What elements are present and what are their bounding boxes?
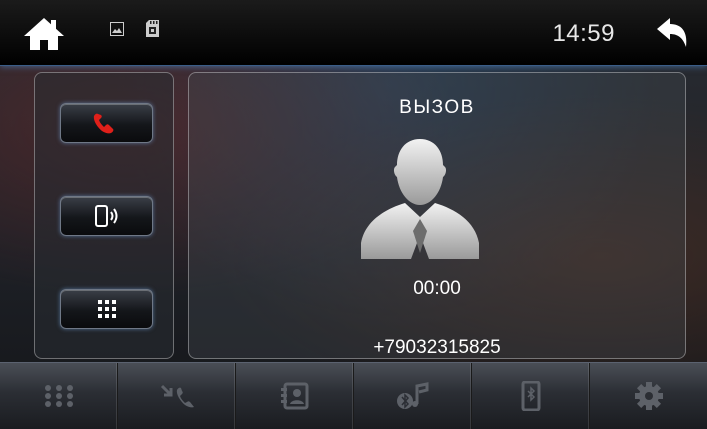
apps-grid-icon: [44, 385, 73, 407]
nav-apps[interactable]: [0, 363, 118, 429]
call-status-title: ВЫЗОВ: [399, 97, 475, 118]
nav-call-log[interactable]: [118, 363, 236, 429]
bluetooth-phone-icon: [521, 381, 540, 411]
nav-bluetooth-phone[interactable]: [472, 363, 590, 429]
end-call-icon: [93, 113, 113, 134]
call-controls-panel: [34, 72, 174, 359]
contacts-icon: [280, 382, 308, 410]
nav-settings[interactable]: [590, 363, 707, 429]
settings-gear-icon: [634, 382, 663, 410]
call-log-icon: [160, 384, 194, 408]
status-bar: 14:59: [0, 0, 707, 66]
end-call-button[interactable]: [60, 103, 153, 143]
dialpad-icon: [97, 300, 116, 318]
phone-audio-icon: [94, 205, 117, 227]
back-button[interactable]: [653, 16, 691, 50]
person-silhouette-icon: [361, 139, 479, 259]
phone-number: +79032315825: [373, 337, 501, 358]
back-arrow-icon: [657, 18, 687, 47]
sd-card-icon: [146, 20, 159, 37]
nav-bluetooth-music[interactable]: [354, 363, 472, 429]
home-button[interactable]: [22, 16, 66, 52]
bottom-nav: [0, 362, 707, 429]
bluetooth-music-icon: [396, 382, 428, 409]
home-icon: [24, 18, 64, 50]
nav-contacts[interactable]: [236, 363, 354, 429]
call-timer: 00:00: [413, 278, 461, 299]
call-info-panel: ВЫЗОВ 00:00 +79032315825: [188, 72, 686, 359]
audio-route-button[interactable]: [60, 196, 153, 236]
image-icon: [110, 22, 124, 36]
dialpad-button[interactable]: [60, 289, 153, 329]
clock: 14:59: [552, 20, 615, 47]
